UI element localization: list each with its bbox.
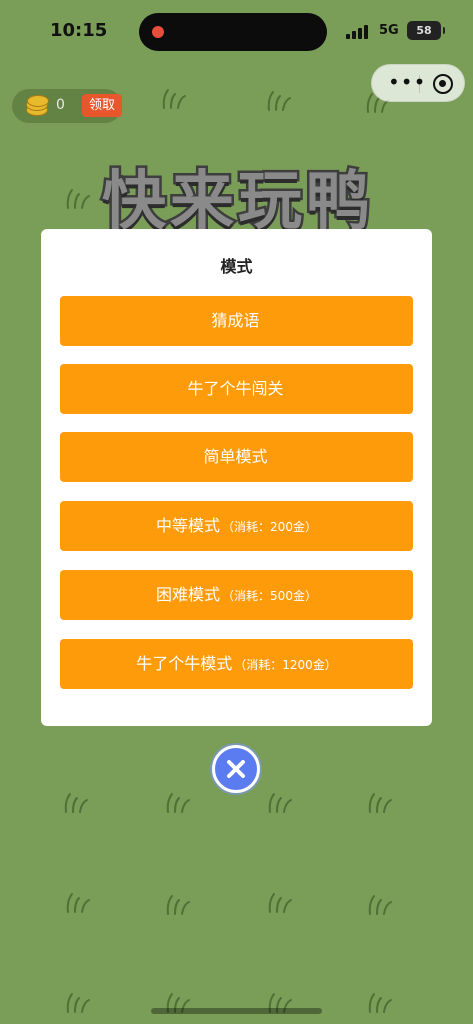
- claim-button[interactable]: 领取: [82, 94, 122, 117]
- battery-icon: 58: [407, 21, 445, 40]
- target-icon[interactable]: [433, 74, 453, 94]
- miniprogram-capsule: •••: [371, 64, 465, 102]
- mode-label: 简单模式: [203, 447, 268, 466]
- mode-button-hard[interactable]: 困难模式 （消耗：500金）: [60, 570, 413, 620]
- grass-icon: [166, 793, 190, 813]
- mode-button-medium[interactable]: 中等模式 （消耗：200金）: [60, 501, 413, 551]
- more-icon[interactable]: •••: [388, 72, 426, 92]
- grass-icon: [268, 893, 292, 913]
- grass-icon: [368, 793, 392, 813]
- close-icon: [227, 760, 245, 778]
- status-bar: 10:15 5G 58: [0, 0, 473, 64]
- grass-icon: [166, 895, 190, 915]
- mode-button-challenge[interactable]: 牛了个牛闯关: [60, 364, 413, 414]
- mode-button-easy[interactable]: 简单模式: [60, 432, 413, 482]
- grass-icon: [66, 993, 90, 1013]
- mode-label: 中等模式: [156, 516, 221, 535]
- status-time: 10:15: [50, 20, 108, 41]
- recording-indicator-icon: [152, 26, 164, 38]
- mode-button-niu[interactable]: 牛了个牛模式 （消耗：1200金）: [60, 639, 413, 689]
- grass-icon: [162, 89, 186, 109]
- grass-icon: [64, 793, 88, 813]
- grass-icon: [268, 793, 292, 813]
- capsule-divider: [419, 75, 420, 93]
- grass-icon: [368, 895, 392, 915]
- mode-label: 猜成语: [211, 311, 260, 330]
- mode-cost: （消耗：1200金）: [234, 658, 337, 672]
- network-type: 5G: [379, 23, 399, 38]
- mode-cost: （消耗：500金）: [222, 589, 317, 603]
- grass-icon: [368, 993, 392, 1013]
- signal-icon: [346, 23, 372, 39]
- dialog-title: 模式: [220, 257, 253, 276]
- mode-label: 牛了个牛闯关: [187, 379, 284, 398]
- mode-button-idiom[interactable]: 猜成语: [60, 296, 413, 346]
- coin-balance: 0 领取: [12, 89, 122, 123]
- grass-icon: [66, 893, 90, 913]
- grass-icon: [267, 91, 291, 111]
- mode-label: 困难模式: [156, 585, 221, 604]
- mode-dialog: 模式 猜成语 牛了个牛闯关 简单模式 中等模式 （消耗：200金） 困难模式 （消耗…: [41, 229, 432, 726]
- home-indicator[interactable]: [151, 1008, 322, 1014]
- mode-cost: （消耗：200金）: [222, 520, 317, 534]
- mode-label: 牛了个牛模式: [136, 654, 233, 673]
- coin-count: 0: [56, 97, 65, 113]
- close-button[interactable]: [212, 745, 260, 793]
- coin-stack-icon: [24, 95, 50, 117]
- dynamic-island: [139, 13, 327, 51]
